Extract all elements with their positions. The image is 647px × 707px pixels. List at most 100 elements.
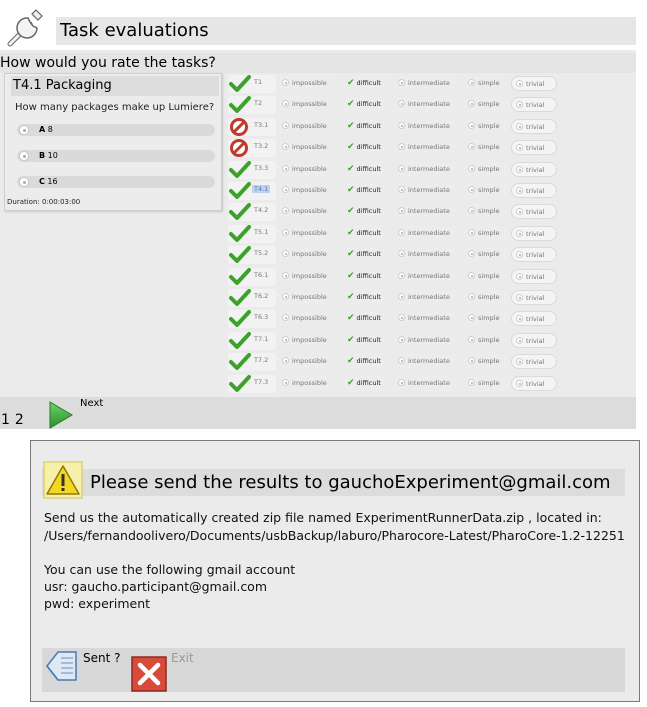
rating-option-impossible[interactable]: impossible <box>278 204 344 220</box>
rating-option-trivial[interactable]: trivial <box>511 354 557 370</box>
rating-option-impossible[interactable]: impossible <box>278 375 344 391</box>
rating-option-trivial[interactable]: trivial <box>511 76 557 91</box>
task-id-label[interactable]: T3.1 <box>252 121 270 129</box>
rating-option-impossible[interactable]: impossible <box>278 225 344 241</box>
rating-option-difficult[interactable]: ✔ difficult <box>344 290 392 305</box>
rating-option-intermediate[interactable]: intermediate <box>394 76 462 91</box>
answer-option[interactable]: C 16 <box>17 176 215 188</box>
task-id-label[interactable]: T5.2 <box>252 249 270 257</box>
close-icon[interactable] <box>131 656 167 696</box>
task-id-label[interactable]: T6.3 <box>252 313 270 321</box>
rating-option-intermediate[interactable]: intermediate <box>394 354 462 370</box>
rating-option-intermediate[interactable]: intermediate <box>394 332 462 348</box>
rating-option-trivial[interactable]: trivial <box>511 311 557 327</box>
rating-option-intermediate[interactable]: intermediate <box>394 247 462 263</box>
rating-option-trivial[interactable]: trivial <box>511 247 557 263</box>
rating-option-impossible[interactable]: impossible <box>278 290 344 305</box>
rating-option-simple[interactable]: simple <box>464 311 510 327</box>
rating-option-impossible[interactable]: impossible <box>278 268 344 284</box>
task-id-label[interactable]: T7.3 <box>252 378 270 386</box>
rating-option-impossible[interactable]: impossible <box>278 183 344 198</box>
rating-option-trivial[interactable]: trivial <box>511 332 557 348</box>
task-id-label[interactable]: T7.1 <box>252 335 270 343</box>
rating-option-simple[interactable]: simple <box>464 204 510 220</box>
rating-option-impossible[interactable]: impossible <box>278 161 344 177</box>
rating-option-difficult[interactable]: ✔ difficult <box>344 354 392 370</box>
rating-option-intermediate[interactable]: intermediate <box>394 268 462 284</box>
rating-option-intermediate[interactable]: intermediate <box>394 290 462 305</box>
answer-option[interactable]: A 8 <box>17 124 215 136</box>
task-id-label[interactable]: T7.2 <box>252 356 270 364</box>
rating-option-trivial[interactable]: trivial <box>511 118 557 134</box>
rating-option-difficult[interactable]: ✔ difficult <box>344 311 392 327</box>
rating-option-simple[interactable]: simple <box>464 375 510 391</box>
rating-option-impossible[interactable]: impossible <box>278 354 344 370</box>
task-id-label[interactable]: T6.2 <box>252 292 270 300</box>
rating-option-impossible[interactable]: impossible <box>278 311 344 327</box>
rating-option-intermediate[interactable]: intermediate <box>394 183 462 198</box>
rating-option-simple[interactable]: simple <box>464 247 510 263</box>
page-link[interactable]: 1 <box>1 412 10 428</box>
task-id-label[interactable]: T3.3 <box>252 164 270 172</box>
rating-option-simple[interactable]: simple <box>464 268 510 284</box>
rating-option-difficult[interactable]: ✔ difficult <box>344 332 392 348</box>
task-id-label[interactable]: T6.1 <box>252 271 270 279</box>
sent-button[interactable]: Sent ? <box>83 651 121 665</box>
rating-option-difficult[interactable]: ✔ difficult <box>344 97 392 113</box>
rating-option-intermediate[interactable]: intermediate <box>394 118 462 134</box>
rating-option-intermediate[interactable]: intermediate <box>394 204 462 220</box>
page-link[interactable]: 2 <box>15 412 24 428</box>
rating-option-impossible[interactable]: impossible <box>278 118 344 134</box>
rating-option-trivial[interactable]: trivial <box>511 161 557 177</box>
rating-option-trivial[interactable]: trivial <box>511 290 557 305</box>
rating-option-intermediate[interactable]: intermediate <box>394 375 462 391</box>
next-arrow-icon[interactable] <box>48 401 74 433</box>
answer-option[interactable]: B 10 <box>17 150 215 162</box>
rating-option-difficult[interactable]: ✔ difficult <box>344 183 392 198</box>
rating-option-difficult[interactable]: ✔ difficult <box>344 204 392 220</box>
rating-option-simple[interactable]: simple <box>464 97 510 113</box>
task-id-label[interactable]: T4.1 <box>252 185 271 193</box>
rating-option-trivial[interactable]: trivial <box>511 375 557 391</box>
rating-option-difficult[interactable]: ✔ difficult <box>344 76 392 91</box>
task-id-label[interactable]: T3.2 <box>252 142 270 150</box>
rating-option-difficult[interactable]: ✔ difficult <box>344 225 392 241</box>
task-id-label[interactable]: T4.2 <box>252 206 270 214</box>
rating-option-difficult[interactable]: ✔ difficult <box>344 161 392 177</box>
rating-option-simple[interactable]: simple <box>464 76 510 91</box>
rating-option-trivial[interactable]: trivial <box>511 183 557 198</box>
rating-option-simple[interactable]: simple <box>464 161 510 177</box>
rating-option-simple[interactable]: simple <box>464 332 510 348</box>
rating-option-impossible[interactable]: impossible <box>278 332 344 348</box>
rating-option-impossible[interactable]: impossible <box>278 247 344 263</box>
rating-option-impossible[interactable]: impossible <box>278 97 344 113</box>
rating-option-difficult[interactable]: ✔ difficult <box>344 375 392 391</box>
rating-option-impossible[interactable]: impossible <box>278 76 344 91</box>
rating-option-trivial[interactable]: trivial <box>511 268 557 284</box>
rating-option-simple[interactable]: simple <box>464 118 510 134</box>
rating-option-difficult[interactable]: ✔ difficult <box>344 268 392 284</box>
rating-option-intermediate[interactable]: intermediate <box>394 140 462 156</box>
rating-option-intermediate[interactable]: intermediate <box>394 311 462 327</box>
rating-option-trivial[interactable]: trivial <box>511 97 557 113</box>
rating-option-difficult[interactable]: ✔ difficult <box>344 118 392 134</box>
rating-option-intermediate[interactable]: intermediate <box>394 97 462 113</box>
rating-option-trivial[interactable]: trivial <box>511 225 557 241</box>
rating-option-trivial[interactable]: trivial <box>511 204 557 220</box>
rating-option-simple[interactable]: simple <box>464 183 510 198</box>
task-id-label[interactable]: T1 <box>252 78 264 86</box>
task-id-label[interactable]: T5.1 <box>252 228 270 236</box>
rating-option-intermediate[interactable]: intermediate <box>394 225 462 241</box>
rating-option-difficult[interactable]: ✔ difficult <box>344 247 392 263</box>
rating-option-intermediate[interactable]: intermediate <box>394 161 462 177</box>
rating-option-simple[interactable]: simple <box>464 290 510 305</box>
next-button-label[interactable]: Next <box>80 398 103 409</box>
exit-button[interactable]: Exit <box>171 651 194 665</box>
rating-option-simple[interactable]: simple <box>464 140 510 156</box>
rating-option-simple[interactable]: simple <box>464 354 510 370</box>
book-icon[interactable] <box>44 646 80 690</box>
rating-option-difficult[interactable]: ✔ difficult <box>344 140 392 156</box>
rating-option-trivial[interactable]: trivial <box>511 140 557 156</box>
rating-option-impossible[interactable]: impossible <box>278 140 344 156</box>
rating-option-simple[interactable]: simple <box>464 225 510 241</box>
